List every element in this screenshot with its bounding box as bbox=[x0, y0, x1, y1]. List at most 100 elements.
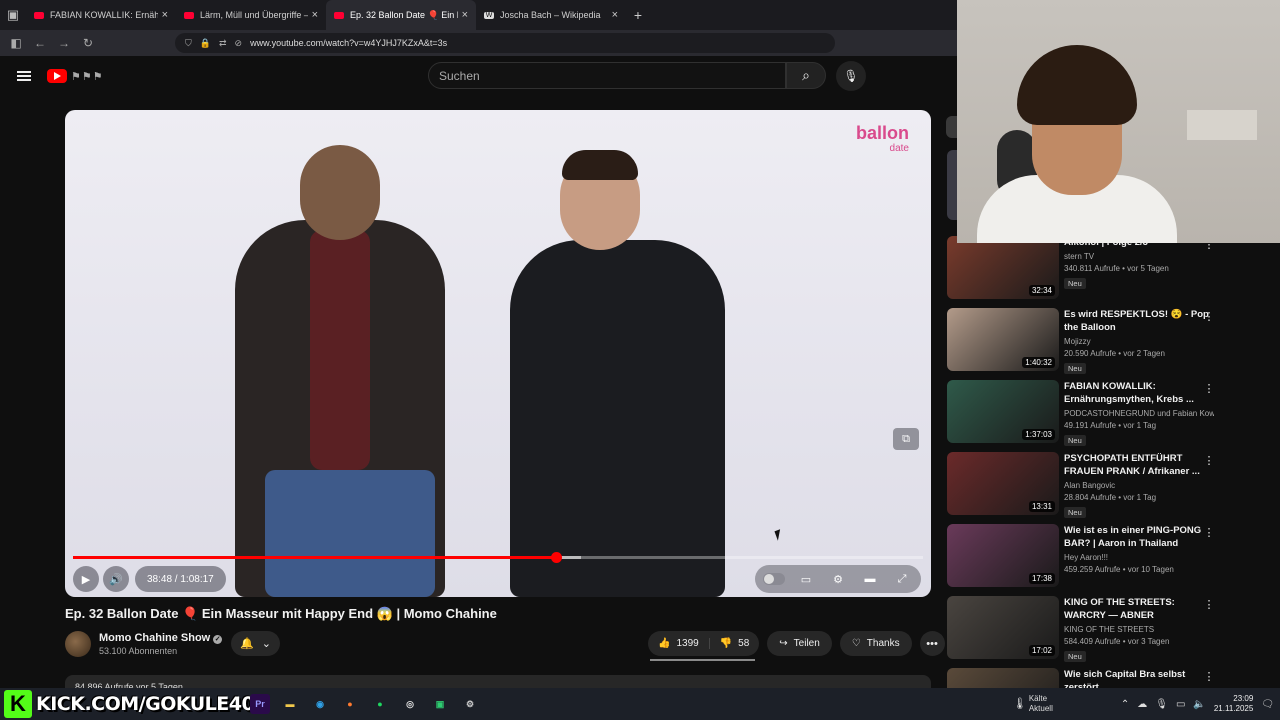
video-thumbnail[interactable]: 32:34 bbox=[947, 236, 1059, 299]
recommendation-card[interactable]: 1:37:03 FABIAN KOWALLIK: Ernährungsmythen… bbox=[947, 380, 1280, 452]
video-player[interactable]: ballon date ⧉ ▶ 🔊 38:48 / 1:08:17 ▭ ⚙ ▬ … bbox=[65, 110, 931, 597]
back-icon[interactable]: ← bbox=[28, 36, 52, 50]
site-settings-icon[interactable]: ⇄ bbox=[219, 38, 227, 49]
thumbnail-partial[interactable] bbox=[947, 150, 957, 220]
autoplay-toggle[interactable] bbox=[761, 568, 787, 590]
tab-actions-icon[interactable]: ▣ bbox=[0, 0, 26, 30]
more-horizontal-icon: ••• bbox=[926, 637, 938, 650]
more-vertical-icon[interactable]: ⋮ bbox=[1203, 598, 1215, 611]
video-thumbnail[interactable] bbox=[947, 668, 1059, 688]
more-vertical-icon[interactable]: ⋮ bbox=[1203, 382, 1215, 395]
clock-date: 21.11.2025 bbox=[1213, 704, 1254, 713]
like-button[interactable]: 👍 1399 bbox=[648, 638, 710, 649]
close-tab-icon[interactable]: × bbox=[462, 9, 468, 21]
youtube-logo-icon[interactable] bbox=[47, 69, 67, 83]
settings-button[interactable]: ⚙ bbox=[825, 568, 851, 590]
subtitles-button[interactable]: ▭ bbox=[793, 568, 819, 590]
network-icon[interactable]: ▭ bbox=[1176, 699, 1185, 710]
edge-icon[interactable]: ◉ bbox=[310, 694, 330, 714]
channel-name-row[interactable]: Momo Chahine Show ✓ bbox=[99, 632, 223, 644]
search-button[interactable]: ⌕ bbox=[786, 62, 826, 89]
notifications-icon[interactable]: 🗨 bbox=[1261, 699, 1274, 710]
more-vertical-icon[interactable]: ⋮ bbox=[1203, 310, 1215, 323]
close-tab-icon[interactable]: × bbox=[612, 9, 618, 21]
chat-icon[interactable]: ▣ bbox=[430, 694, 450, 714]
bell-icon: 🔔 bbox=[240, 638, 254, 650]
spotify-icon[interactable]: ● bbox=[370, 694, 390, 714]
obs-icon[interactable]: ◎ bbox=[400, 694, 420, 714]
new-tab-button[interactable]: + bbox=[626, 7, 650, 23]
more-vertical-icon[interactable]: ⋮ bbox=[1203, 670, 1215, 683]
more-vertical-icon[interactable]: ⋮ bbox=[1203, 454, 1215, 467]
forward-icon[interactable]: → bbox=[52, 36, 76, 50]
recommendation-card[interactable]: 13:31 PSYCHOPATH ENTFÜHRT FRAUEN PRANK / … bbox=[947, 452, 1280, 524]
settings-icon[interactable]: ⚙ bbox=[460, 694, 480, 714]
microphone-icon[interactable]: 🎙 bbox=[1155, 699, 1168, 710]
menu-icon[interactable] bbox=[17, 71, 31, 81]
video-thumbnail[interactable]: 13:31 bbox=[947, 452, 1059, 515]
recommendation-card[interactable]: Wie sich Capital Bra selbst zerstörtKlen… bbox=[947, 668, 1280, 688]
channel-name: Hey Aaron!!! bbox=[1064, 553, 1109, 562]
clock[interactable]: 23:09 21.11.2025 bbox=[1214, 694, 1253, 714]
speaker-icon[interactable]: 🔈 bbox=[1193, 699, 1205, 710]
video-title-link[interactable]: FABIAN KOWALLIK: Ernährungsmythen, Krebs… bbox=[1064, 380, 1214, 406]
reload-icon[interactable]: ↻ bbox=[76, 36, 100, 50]
duration-badge: 1:37:03 bbox=[1022, 429, 1055, 440]
browser-tab[interactable]: W Joscha Bach – Wikipedia × bbox=[476, 0, 626, 30]
shield-icon: ⛉ bbox=[185, 37, 192, 48]
channel-avatar[interactable] bbox=[65, 631, 91, 657]
notification-button[interactable]: 🔔 ⌄ bbox=[231, 631, 280, 656]
chip-partial[interactable] bbox=[946, 116, 957, 138]
progress-bar[interactable] bbox=[73, 552, 923, 563]
search-input[interactable]: Suchen bbox=[428, 62, 786, 89]
voice-search-button[interactable]: 🎙 bbox=[836, 61, 866, 91]
cloud-icon[interactable]: ☁ bbox=[1137, 699, 1147, 710]
subscriber-count: 53.100 Abonnenten bbox=[99, 646, 178, 656]
channel-name[interactable]: Momo Chahine Show bbox=[99, 632, 210, 644]
video-title-link[interactable]: PSYCHOPATH ENTFÜHRT FRAUEN PRANK / Afrik… bbox=[1064, 452, 1214, 478]
video-title-link[interactable]: Wie ist es in einer PING-PONG BAR? | Aar… bbox=[1064, 524, 1214, 550]
close-tab-icon[interactable]: × bbox=[162, 9, 168, 21]
video-title-link[interactable]: Es wird RESPEKTLOS! 😵 - Pop the Balloon bbox=[1064, 308, 1214, 334]
play-button[interactable]: ▶ bbox=[73, 566, 99, 592]
scrubber-handle[interactable] bbox=[550, 552, 562, 563]
premiere-icon[interactable]: Pr bbox=[250, 694, 270, 714]
video-title-link[interactable]: Wie sich Capital Bra selbst zerstört bbox=[1064, 668, 1214, 688]
video-title-link[interactable]: KING OF THE STREETS: WARCRY — ABNER LLOV… bbox=[1064, 596, 1214, 622]
kick-overlay: K KICK.COM/GOKULE404 bbox=[4, 688, 267, 720]
sidebar-toggle-icon[interactable]: ◧ bbox=[4, 36, 28, 50]
thanks-button[interactable]: ♡ Thanks bbox=[839, 631, 912, 656]
more-actions-button[interactable]: ••• bbox=[919, 631, 945, 656]
view-meta: 584.409 Aufrufe • vor 3 Tagen bbox=[1064, 637, 1170, 646]
file-explorer-icon[interactable]: ▬ bbox=[280, 694, 300, 714]
doodle-logo[interactable]: ⚑⚑⚑ bbox=[71, 70, 104, 83]
tracking-icon: ⊘ bbox=[234, 37, 243, 48]
fullscreen-button[interactable]: ⤢ bbox=[889, 568, 915, 590]
browser-tab[interactable]: FABIAN KOWALLIK: Ernährungsm × bbox=[26, 0, 176, 30]
weather-widget[interactable]: 🌡 Kälte Aktuell bbox=[1013, 694, 1053, 714]
more-vertical-icon[interactable]: ⋮ bbox=[1203, 526, 1215, 539]
chevron-up-icon[interactable]: ⌃ bbox=[1121, 699, 1129, 710]
webcam-overlay bbox=[957, 0, 1280, 243]
channel-name: KING OF THE STREETS bbox=[1064, 625, 1155, 634]
url-field[interactable]: ⛉ 🔒 ⇄ ⊘ www.youtube.com/watch?v=w4YJHJ7K… bbox=[175, 33, 835, 53]
dislike-button[interactable]: 👎 58 bbox=[710, 638, 760, 649]
webcam-background-window bbox=[1187, 110, 1257, 140]
recommendation-card[interactable]: 17:02 KING OF THE STREETS: WARCRY — ABNER… bbox=[947, 596, 1280, 668]
video-thumbnail[interactable]: 1:37:03 bbox=[947, 380, 1059, 443]
video-thumbnail[interactable]: 1:40:32 bbox=[947, 308, 1059, 371]
recommendation-card[interactable]: 17:38 Wie ist es in einer PING-PONG BAR? … bbox=[947, 524, 1280, 596]
video-thumbnail[interactable]: 17:02 bbox=[947, 596, 1059, 659]
volume-button[interactable]: 🔊 bbox=[103, 566, 129, 592]
recommendation-card[interactable]: 32:34Alkohol | Folge 2/3stern TV340.811 … bbox=[947, 236, 1280, 308]
miniplayer-icon[interactable]: ⧉ bbox=[893, 428, 919, 450]
video-thumbnail[interactable]: 17:38 bbox=[947, 524, 1059, 587]
browser-tab[interactable]: Lärm, Müll und Übergriffe – Stre × bbox=[176, 0, 326, 30]
close-tab-icon[interactable]: × bbox=[312, 9, 318, 21]
kick-logo-icon: K bbox=[4, 690, 32, 718]
firefox-icon[interactable]: ● bbox=[340, 694, 360, 714]
recommendation-card[interactable]: 1:40:32 Es wird RESPEKTLOS! 😵 - Pop the B… bbox=[947, 308, 1280, 380]
theater-mode-button[interactable]: ▬ bbox=[857, 568, 883, 590]
share-button[interactable]: ↪ Teilen bbox=[767, 631, 832, 656]
browser-tab[interactable]: Ep. 32 Ballon Date 🎈 Ein Masse × bbox=[326, 0, 476, 30]
